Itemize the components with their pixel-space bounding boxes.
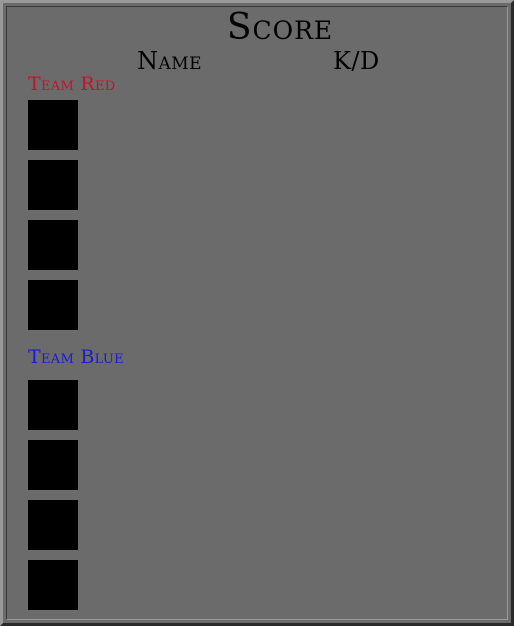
team-blue-player-slot-2 [28,440,78,490]
scoreboard-panel: Score Name K/D Team Red Team Blue [0,0,514,626]
scoreboard-title: Score [226,7,334,48]
team-blue-label: Team Blue [28,346,124,368]
scoreboard-inner-border [6,6,508,620]
team-blue-player-slot-3 [28,500,78,550]
team-red-player-slot-4 [28,280,78,330]
team-blue-player-slot-1 [28,380,78,430]
team-red-player-slot-3 [28,220,78,270]
column-header-name: Name [137,47,203,75]
team-blue-player-slot-4 [28,560,78,610]
team-red-player-slot-2 [28,160,78,210]
team-red-player-slot-1 [28,100,78,150]
column-header-kd: K/D [333,47,380,75]
team-red-label: Team Red [28,73,116,95]
